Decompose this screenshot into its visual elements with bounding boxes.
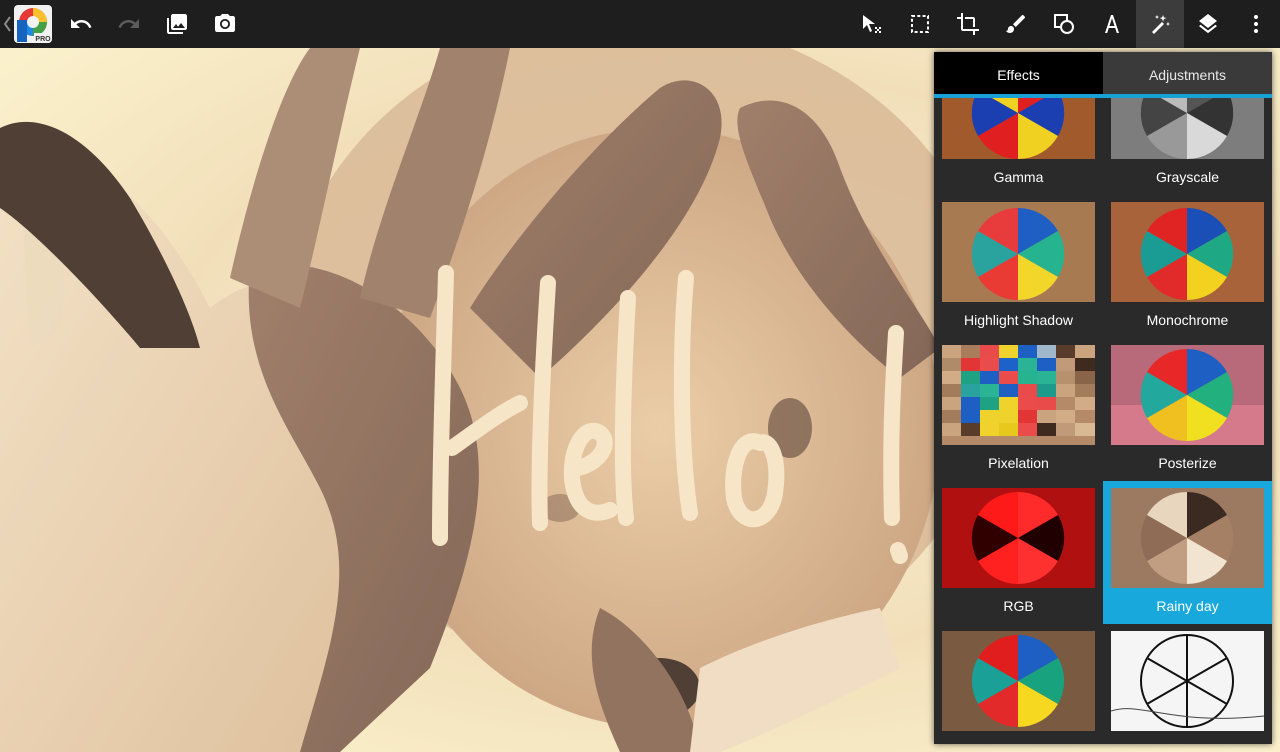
back-chevron-icon[interactable] [2,14,12,34]
effect-tile-monochrome[interactable]: Monochrome [1103,195,1272,338]
more-vert-icon [1254,15,1258,33]
effect-thumbnail [942,631,1095,731]
effects-button[interactable] [1136,0,1184,48]
text-tool-button[interactable] [1088,0,1136,48]
effect-label: Rainy day [1156,598,1219,614]
effect-tile-sharpen[interactable]: Sharpen [934,624,1103,744]
effect-tile-rgb[interactable]: RGB [934,481,1103,624]
effect-label: Posterize [1158,455,1217,471]
shapes-icon [1054,14,1074,34]
gallery-button[interactable] [153,0,201,48]
top-toolbar: PRO [0,0,1280,48]
effect-tile-grayscale[interactable]: Grayscale [1103,98,1272,195]
brush-icon [1006,14,1026,34]
effect-thumbnail [942,488,1095,588]
effect-thumbnail [942,202,1095,302]
rectangle-select-icon [911,15,929,33]
effects-grid[interactable]: Gamma Grayscale Highlight Shadow Monochr… [934,98,1272,744]
effect-thumbnail [1111,345,1264,445]
crop-icon [957,13,979,35]
effect-label: Grayscale [1155,169,1220,185]
overflow-menu-button[interactable] [1232,0,1280,48]
tab-adjustments[interactable]: Adjustments [1103,52,1272,98]
effect-tile-gamma[interactable]: Gamma [934,98,1103,195]
effect-label: Pixelation [988,455,1049,471]
layers-icon [1199,14,1217,34]
crop-button[interactable] [944,0,992,48]
umbrella-gamma-thumbnail [942,98,1095,159]
umbrella-grayscale-thumbnail [1111,98,1264,159]
effect-label: RGB [1003,598,1034,614]
umbrella-rgb-thumbnail [942,488,1095,588]
effect-tile-posterize[interactable]: Posterize [1103,338,1272,481]
text-tool-icon [1105,15,1119,33]
effect-label: Sharpen [934,731,1103,744]
gallery-icon [167,14,187,34]
effect-tile-rainy-day[interactable]: Rainy day [1103,481,1272,624]
effects-panel: Effects Adjustments Gamma Grayscale High… [934,52,1272,744]
effect-tile-highlight-shadow[interactable]: Highlight Shadow [934,195,1103,338]
effect-thumbnail [942,98,1095,159]
effect-tile-pixelation[interactable]: Pixelation [934,338,1103,481]
rectangle-select-button[interactable] [896,0,944,48]
effect-thumbnail [1111,98,1264,159]
umbrella-posterize-thumbnail [1111,345,1264,445]
effect-thumbnail [1111,488,1264,588]
redo-icon [118,19,139,28]
effect-label: Gamma [993,169,1044,185]
effect-label: Sketch [1103,731,1272,744]
tab-effects[interactable]: Effects [934,52,1103,98]
app-logo-icon: PRO [17,8,52,43]
undo-icon [71,19,92,28]
redo-button[interactable] [105,0,153,48]
brush-button[interactable] [992,0,1040,48]
panel-tabs: Effects Adjustments [934,52,1272,98]
app-logo-badge: PRO [35,36,51,43]
selection-tool-icon [863,15,881,33]
magic-wand-icon [1152,15,1170,34]
effect-thumbnail [1111,631,1264,731]
effect-label: Highlight Shadow [964,312,1073,328]
selection-tool-button[interactable] [848,0,896,48]
effect-label: Monochrome [1146,312,1229,328]
camera-icon [215,14,235,32]
pixelated-thumbnail [942,345,1095,445]
effect-thumbnail [942,345,1095,445]
umbrella-rainy-thumbnail [1111,488,1264,588]
camera-button[interactable] [201,0,249,48]
effect-thumbnail [1111,202,1264,302]
umbrella-highlight-thumbnail [942,202,1095,302]
umbrella-monochrome-thumbnail [1111,202,1264,302]
umbrella-sketch-thumbnail [1111,631,1264,731]
shapes-button[interactable] [1040,0,1088,48]
umbrella-sharpen-thumbnail [942,631,1095,731]
effect-tile-sketch[interactable]: Sketch [1103,624,1272,744]
app-logo[interactable]: PRO [14,5,52,43]
undo-button[interactable] [57,0,105,48]
layers-button[interactable] [1184,0,1232,48]
